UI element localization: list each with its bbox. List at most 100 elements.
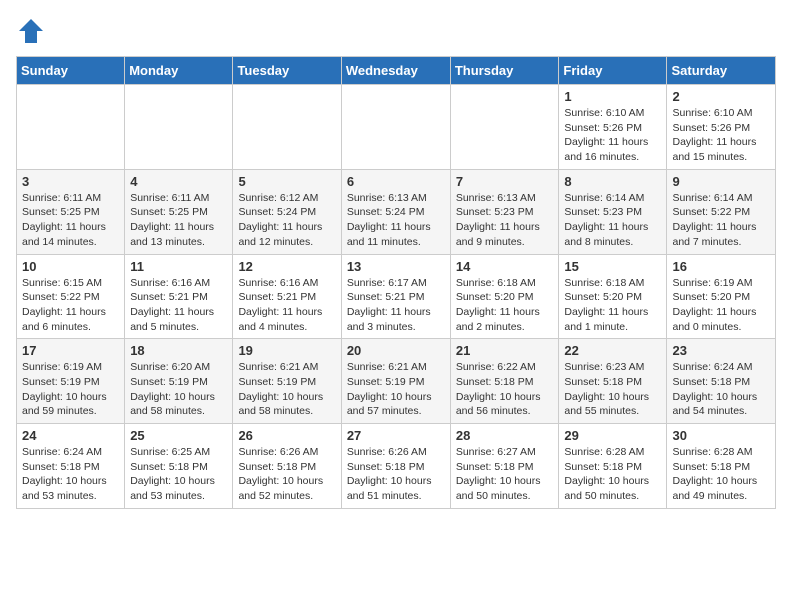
day-of-week-header: Wednesday xyxy=(341,57,450,85)
calendar-cell: 29 Sunrise: 6:28 AM Sunset: 5:18 PM Dayli… xyxy=(559,424,667,509)
day-number: 9 xyxy=(672,174,770,189)
day-info: Sunrise: 6:26 AM Sunset: 5:18 PM Dayligh… xyxy=(238,445,335,504)
calendar-table: SundayMondayTuesdayWednesdayThursdayFrid… xyxy=(16,56,776,509)
day-number: 6 xyxy=(347,174,445,189)
day-info: Sunrise: 6:21 AM Sunset: 5:19 PM Dayligh… xyxy=(347,360,445,419)
calendar-cell: 13 Sunrise: 6:17 AM Sunset: 5:21 PM Dayli… xyxy=(341,254,450,339)
day-number: 26 xyxy=(238,428,335,443)
day-info: Sunrise: 6:26 AM Sunset: 5:18 PM Dayligh… xyxy=(347,445,445,504)
page-header xyxy=(16,16,776,46)
day-of-week-header: Friday xyxy=(559,57,667,85)
day-number: 8 xyxy=(564,174,661,189)
calendar-week-row: 10Sunrise: 6:15 AM Sunset: 5:22 PM Dayli… xyxy=(17,254,776,339)
day-info: Sunrise: 6:14 AM Sunset: 5:23 PM Dayligh… xyxy=(564,191,661,250)
calendar-cell: 12 Sunrise: 6:16 AM Sunset: 5:21 PM Dayli… xyxy=(233,254,341,339)
calendar-cell: 15 Sunrise: 6:18 AM Sunset: 5:20 PM Dayli… xyxy=(559,254,667,339)
day-number: 1 xyxy=(564,89,661,104)
day-info: Sunrise: 6:18 AM Sunset: 5:20 PM Dayligh… xyxy=(564,276,661,335)
day-info: Sunrise: 6:22 AM Sunset: 5:18 PM Dayligh… xyxy=(456,360,554,419)
calendar-cell xyxy=(450,85,559,170)
day-number: 30 xyxy=(672,428,770,443)
day-info: Sunrise: 6:20 AM Sunset: 5:19 PM Dayligh… xyxy=(130,360,227,419)
calendar-week-row: 3Sunrise: 6:11 AM Sunset: 5:25 PM Daylig… xyxy=(17,169,776,254)
calendar-cell xyxy=(125,85,233,170)
day-info: Sunrise: 6:17 AM Sunset: 5:21 PM Dayligh… xyxy=(347,276,445,335)
calendar-cell xyxy=(341,85,450,170)
calendar-cell: 18Sunrise: 6:20 AM Sunset: 5:19 PM Dayli… xyxy=(125,339,233,424)
day-number: 14 xyxy=(456,259,554,274)
day-info: Sunrise: 6:21 AM Sunset: 5:19 PM Dayligh… xyxy=(238,360,335,419)
day-number: 2 xyxy=(672,89,770,104)
calendar-cell: 11 Sunrise: 6:16 AM Sunset: 5:21 PM Dayli… xyxy=(125,254,233,339)
calendar-cell: 21 Sunrise: 6:22 AM Sunset: 5:18 PM Dayli… xyxy=(450,339,559,424)
day-number: 19 xyxy=(238,343,335,358)
day-number: 12 xyxy=(238,259,335,274)
calendar-cell: 20 Sunrise: 6:21 AM Sunset: 5:19 PM Dayli… xyxy=(341,339,450,424)
calendar-week-row: 1 Sunrise: 6:10 AM Sunset: 5:26 PM Daylig… xyxy=(17,85,776,170)
day-number: 28 xyxy=(456,428,554,443)
day-number: 21 xyxy=(456,343,554,358)
day-number: 27 xyxy=(347,428,445,443)
calendar-cell: 30 Sunrise: 6:28 AM Sunset: 5:18 PM Dayli… xyxy=(667,424,776,509)
day-info: Sunrise: 6:28 AM Sunset: 5:18 PM Dayligh… xyxy=(564,445,661,504)
day-info: Sunrise: 6:10 AM Sunset: 5:26 PM Dayligh… xyxy=(672,106,770,165)
calendar-cell: 4Sunrise: 6:11 AM Sunset: 5:25 PM Daylig… xyxy=(125,169,233,254)
day-of-week-header: Sunday xyxy=(17,57,125,85)
day-of-week-header: Monday xyxy=(125,57,233,85)
calendar-cell: 22 Sunrise: 6:23 AM Sunset: 5:18 PM Dayli… xyxy=(559,339,667,424)
day-number: 15 xyxy=(564,259,661,274)
day-info: Sunrise: 6:24 AM Sunset: 5:18 PM Dayligh… xyxy=(672,360,770,419)
day-info: Sunrise: 6:13 AM Sunset: 5:24 PM Dayligh… xyxy=(347,191,445,250)
day-info: Sunrise: 6:16 AM Sunset: 5:21 PM Dayligh… xyxy=(238,276,335,335)
logo-icon xyxy=(16,16,46,46)
day-of-week-header: Thursday xyxy=(450,57,559,85)
day-of-week-header: Saturday xyxy=(667,57,776,85)
day-number: 29 xyxy=(564,428,661,443)
day-info: Sunrise: 6:10 AM Sunset: 5:26 PM Dayligh… xyxy=(564,106,661,165)
calendar-week-row: 24 Sunrise: 6:24 AM Sunset: 5:18 PM Dayli… xyxy=(17,424,776,509)
calendar-cell: 6 Sunrise: 6:13 AM Sunset: 5:24 PM Daylig… xyxy=(341,169,450,254)
day-number: 23 xyxy=(672,343,770,358)
calendar-cell: 23 Sunrise: 6:24 AM Sunset: 5:18 PM Dayli… xyxy=(667,339,776,424)
day-number: 16 xyxy=(672,259,770,274)
calendar-cell: 8 Sunrise: 6:14 AM Sunset: 5:23 PM Daylig… xyxy=(559,169,667,254)
calendar-cell: 16 Sunrise: 6:19 AM Sunset: 5:20 PM Dayli… xyxy=(667,254,776,339)
calendar-cell: 24 Sunrise: 6:24 AM Sunset: 5:18 PM Dayli… xyxy=(17,424,125,509)
day-info: Sunrise: 6:25 AM Sunset: 5:18 PM Dayligh… xyxy=(130,445,227,504)
day-info: Sunrise: 6:18 AM Sunset: 5:20 PM Dayligh… xyxy=(456,276,554,335)
day-of-week-header: Tuesday xyxy=(233,57,341,85)
day-info: Sunrise: 6:16 AM Sunset: 5:21 PM Dayligh… xyxy=(130,276,227,335)
calendar-cell: 26 Sunrise: 6:26 AM Sunset: 5:18 PM Dayli… xyxy=(233,424,341,509)
day-info: Sunrise: 6:13 AM Sunset: 5:23 PM Dayligh… xyxy=(456,191,554,250)
day-info: Sunrise: 6:23 AM Sunset: 5:18 PM Dayligh… xyxy=(564,360,661,419)
calendar-cell: 10Sunrise: 6:15 AM Sunset: 5:22 PM Dayli… xyxy=(17,254,125,339)
day-info: Sunrise: 6:11 AM Sunset: 5:25 PM Dayligh… xyxy=(22,191,119,250)
day-number: 20 xyxy=(347,343,445,358)
day-info: Sunrise: 6:19 AM Sunset: 5:20 PM Dayligh… xyxy=(672,276,770,335)
calendar-cell: 3Sunrise: 6:11 AM Sunset: 5:25 PM Daylig… xyxy=(17,169,125,254)
day-number: 11 xyxy=(130,259,227,274)
day-number: 4 xyxy=(130,174,227,189)
day-number: 22 xyxy=(564,343,661,358)
calendar-cell: 2 Sunrise: 6:10 AM Sunset: 5:26 PM Daylig… xyxy=(667,85,776,170)
calendar-cell: 7 Sunrise: 6:13 AM Sunset: 5:23 PM Daylig… xyxy=(450,169,559,254)
calendar-cell: 27 Sunrise: 6:26 AM Sunset: 5:18 PM Dayli… xyxy=(341,424,450,509)
calendar-cell: 9Sunrise: 6:14 AM Sunset: 5:22 PM Daylig… xyxy=(667,169,776,254)
day-number: 7 xyxy=(456,174,554,189)
logo xyxy=(16,16,50,46)
calendar-cell: 5Sunrise: 6:12 AM Sunset: 5:24 PM Daylig… xyxy=(233,169,341,254)
calendar-cell: 17 Sunrise: 6:19 AM Sunset: 5:19 PM Dayli… xyxy=(17,339,125,424)
calendar-cell xyxy=(233,85,341,170)
day-number: 17 xyxy=(22,343,119,358)
day-number: 25 xyxy=(130,428,227,443)
day-info: Sunrise: 6:24 AM Sunset: 5:18 PM Dayligh… xyxy=(22,445,119,504)
day-number: 24 xyxy=(22,428,119,443)
calendar-cell: 14 Sunrise: 6:18 AM Sunset: 5:20 PM Dayli… xyxy=(450,254,559,339)
day-info: Sunrise: 6:12 AM Sunset: 5:24 PM Dayligh… xyxy=(238,191,335,250)
day-info: Sunrise: 6:15 AM Sunset: 5:22 PM Dayligh… xyxy=(22,276,119,335)
day-info: Sunrise: 6:19 AM Sunset: 5:19 PM Dayligh… xyxy=(22,360,119,419)
day-info: Sunrise: 6:28 AM Sunset: 5:18 PM Dayligh… xyxy=(672,445,770,504)
day-info: Sunrise: 6:27 AM Sunset: 5:18 PM Dayligh… xyxy=(456,445,554,504)
calendar-cell: 19 Sunrise: 6:21 AM Sunset: 5:19 PM Dayli… xyxy=(233,339,341,424)
day-number: 13 xyxy=(347,259,445,274)
